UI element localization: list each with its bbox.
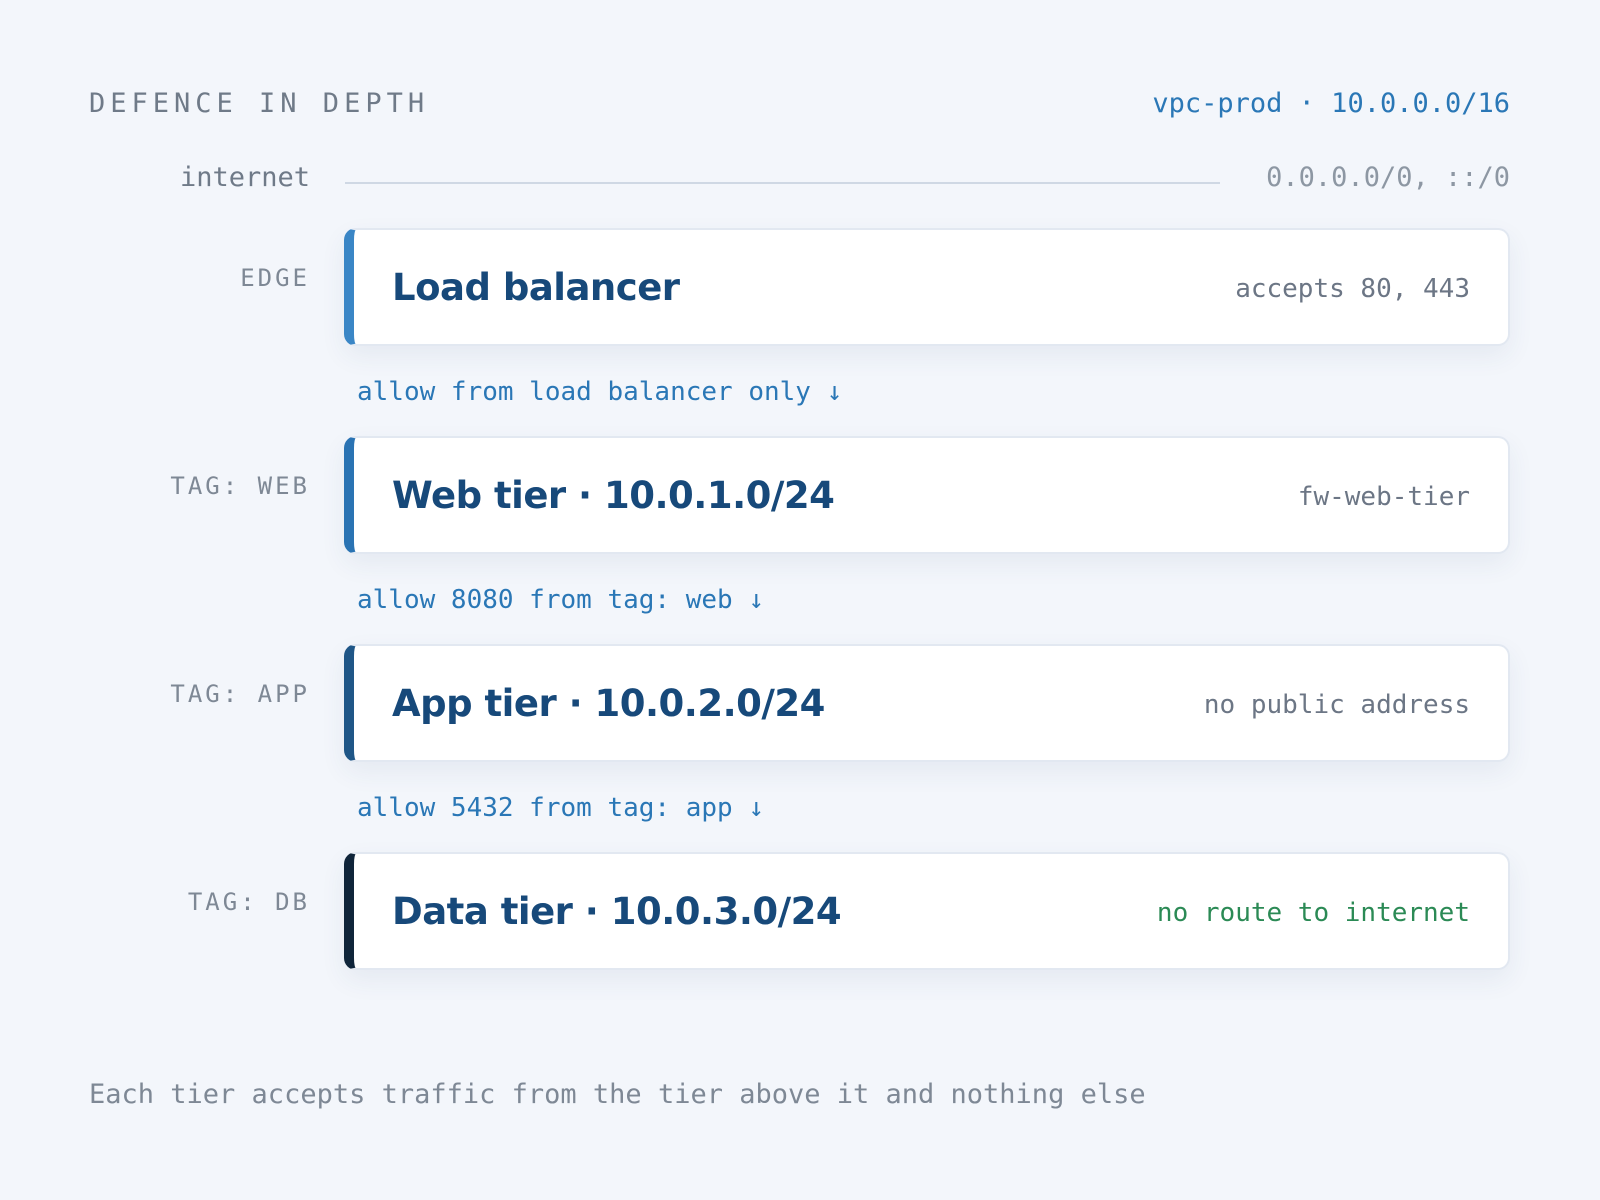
internet-cidr: 0.0.0.0/0, ::/0 (1266, 162, 1510, 193)
connector-rule: allow 5432 from tag: app ↓ (357, 793, 764, 823)
vpc-label: vpc-prod · 10.0.0.0/16 (1152, 88, 1510, 119)
tier-title: Load balancer (392, 266, 680, 309)
tier-card: Load balancer accepts 80, 443 (344, 228, 1510, 346)
internet-boundary-line (345, 182, 1220, 184)
tier-title: Web tier · 10.0.1.0/24 (392, 474, 835, 517)
internet-row: internet 0.0.0.0/0, ::/0 (0, 162, 1600, 202)
tier-card: Data tier · 10.0.3.0/24 no route to inte… (344, 852, 1510, 970)
tier-title: App tier · 10.0.2.0/24 (392, 682, 825, 725)
tier-tag: EDGE (240, 264, 310, 292)
tier-title: Data tier · 10.0.3.0/24 (392, 890, 842, 933)
tier-card: Web tier · 10.0.1.0/24 fw-web-tier (344, 436, 1510, 554)
connector-rule: allow 8080 from tag: web ↓ (357, 585, 764, 615)
diagram-header-title: DEFENCE IN DEPTH (89, 88, 430, 119)
tier-app: TAG: APP App tier · 10.0.2.0/24 no publi… (0, 644, 1600, 766)
tier-note: no route to internet (1156, 898, 1470, 928)
internet-label: internet (179, 162, 310, 193)
connector-rule: allow from load balancer only ↓ (357, 377, 843, 407)
tier-web: TAG: WEB Web tier · 10.0.1.0/24 fw-web-t… (0, 436, 1600, 558)
tier-card: App tier · 10.0.2.0/24 no public address (344, 644, 1510, 762)
tier-tag: TAG: DB (187, 888, 310, 916)
tier-note: accepts 80, 443 (1235, 274, 1470, 304)
tier-note: fw-web-tier (1297, 482, 1470, 512)
tier-edge: EDGE Load balancer accepts 80, 443 (0, 228, 1600, 350)
footer-note: Each tier accepts traffic from the tier … (89, 1079, 1146, 1110)
tier-tag: TAG: WEB (170, 472, 310, 500)
tier-data: TAG: DB Data tier · 10.0.3.0/24 no route… (0, 852, 1600, 974)
tier-note: no public address (1203, 690, 1470, 720)
tier-tag: TAG: APP (170, 680, 310, 708)
